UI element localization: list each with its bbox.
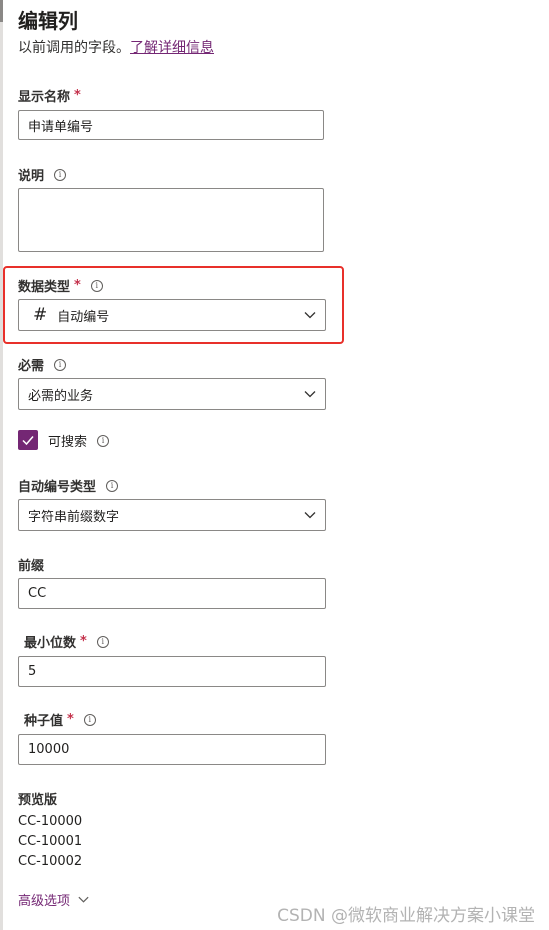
info-icon[interactable]: i [106,479,119,492]
required-asterisk: * [80,634,87,649]
preview-value: CC-10001 [18,834,83,849]
display-name-input[interactable] [18,110,324,140]
prefix-input[interactable] [18,578,326,609]
info-icon[interactable]: i [54,168,67,181]
info-icon[interactable]: i [90,279,103,292]
description-label: 说明 i [18,165,67,184]
chevron-down-icon [304,391,316,398]
panel-left-edge [0,0,3,930]
advanced-options-label: 高级选项 [18,894,71,909]
preview-value: CC-10002 [18,854,83,869]
hash-icon: # [33,305,48,325]
display-name-label-text: 显示名称 [18,90,71,105]
data-type-label-text: 数据类型 [18,280,71,295]
min-digits-label-text: 最小位数 [24,636,77,651]
min-digits-input[interactable] [18,656,326,687]
preview-label-text: 预览版 [18,793,58,808]
chevron-down-icon [78,896,89,903]
required-asterisk: * [74,278,81,293]
prefix-label: 前缀 [18,555,44,574]
seed-input[interactable] [18,734,326,765]
info-icon[interactable]: i [54,358,67,371]
description-label-text: 说明 [18,169,45,184]
description-textarea[interactable] [18,188,324,252]
searchable-label-text: 可搜索 [48,435,88,450]
panel-subtitle: 以前调用的字段。了解详细信息 [18,37,214,57]
autonumber-type-dropdown[interactable]: 字符串前缀数字 [18,499,326,531]
panel-left-accent [0,0,3,22]
searchable-label: 可搜索 i [48,431,110,450]
required-label-text: 必需 [18,359,45,374]
chevron-down-icon [304,312,316,319]
chevron-down-icon [304,512,316,519]
preview-label: 预览版 [18,789,57,808]
info-icon[interactable]: i [97,434,110,447]
seed-label: 种子值 * i [24,710,96,729]
required-asterisk: * [74,88,81,103]
preview-value: CC-10000 [18,814,83,829]
autonumber-type-label: 自动编号类型 i [18,476,119,495]
checkmark-icon [22,436,34,446]
prefix-label-text: 前缀 [18,559,45,574]
required-dropdown[interactable]: 必需的业务 [18,378,326,410]
info-icon[interactable]: i [96,635,109,648]
advanced-options-toggle[interactable]: 高级选项 [18,890,90,909]
watermark: CSDN @微软商业解决方案小课堂 [277,906,535,926]
seed-label-text: 种子值 [24,714,64,729]
info-icon[interactable]: i [83,713,96,726]
autonumber-type-label-text: 自动编号类型 [18,480,97,495]
autonumber-type-value: 字符串前缀数字 [28,509,120,525]
panel-title: 编辑列 [18,9,78,33]
required-label: 必需 i [18,355,67,374]
subtitle-text: 以前调用的字段。 [18,40,130,56]
data-type-dropdown[interactable]: # 自动编号 [18,299,326,331]
required-asterisk: * [67,712,74,727]
searchable-checkbox[interactable] [18,430,38,450]
learn-more-link[interactable]: 了解详细信息 [130,40,214,56]
data-type-value: 自动编号 [57,309,110,325]
min-digits-label: 最小位数 * i [24,632,109,651]
display-name-label: 显示名称 * [18,86,81,105]
required-value: 必需的业务 [28,388,94,404]
data-type-label: 数据类型 * i [18,276,103,295]
